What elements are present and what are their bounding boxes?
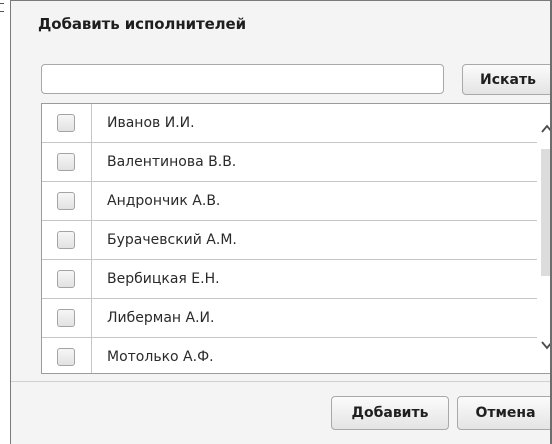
executors-rows: Иванов И.И. Валентинова В.В. Андрончик А…: [42, 104, 538, 373]
add-button[interactable]: Добавить: [331, 396, 449, 430]
list-item[interactable]: Либерман А.И.: [42, 299, 538, 338]
executors-list: Иванов И.И. Валентинова В.В. Андрончик А…: [41, 103, 552, 374]
item-name: Либерман А.И.: [107, 310, 215, 326]
item-checkbox[interactable]: [57, 270, 75, 288]
item-checkbox[interactable]: [57, 153, 75, 171]
item-checkbox[interactable]: [57, 231, 75, 249]
item-checkbox[interactable]: [57, 348, 75, 366]
checkbox-cell: [42, 221, 92, 259]
item-name: Валентинова В.В.: [107, 154, 237, 170]
checkbox-cell: [42, 182, 92, 220]
item-checkbox[interactable]: [57, 309, 75, 327]
item-name: Иванов И.И.: [107, 115, 195, 131]
search-button[interactable]: Искать: [462, 64, 552, 95]
checkbox-cell: [42, 260, 92, 298]
list-item[interactable]: Андрончик А.В.: [42, 182, 538, 221]
item-name: Вербицкая Е.Н.: [107, 271, 220, 287]
list-item[interactable]: Бурачевский А.М.: [42, 221, 538, 260]
background-window-edge: [0, 0, 10, 444]
footer-divider: [11, 381, 552, 382]
checkbox-cell: [42, 299, 92, 337]
checkbox-cell: [42, 104, 92, 142]
list-item[interactable]: Иванов И.И.: [42, 104, 538, 143]
window-edge-mark: [0, 3, 4, 12]
item-checkbox[interactable]: [57, 192, 75, 210]
item-name: Андрончик А.В.: [107, 193, 221, 209]
checkbox-cell: [42, 338, 92, 373]
item-name: Мотолько А.Ф.: [107, 349, 214, 365]
checkbox-cell: [42, 143, 92, 181]
dialog-title: Добавить исполнителей: [38, 15, 247, 33]
list-item[interactable]: Вербицкая Е.Н.: [42, 260, 538, 299]
search-input[interactable]: [41, 64, 444, 94]
list-item[interactable]: Валентинова В.В.: [42, 143, 538, 182]
item-checkbox[interactable]: [57, 114, 75, 132]
item-name: Бурачевский А.М.: [107, 232, 237, 248]
list-item[interactable]: Мотолько А.Ф.: [42, 338, 538, 373]
cancel-button[interactable]: Отмена: [457, 396, 552, 430]
add-executors-dialog: Добавить исполнителей Искать Иванов И.И.…: [10, 0, 552, 444]
